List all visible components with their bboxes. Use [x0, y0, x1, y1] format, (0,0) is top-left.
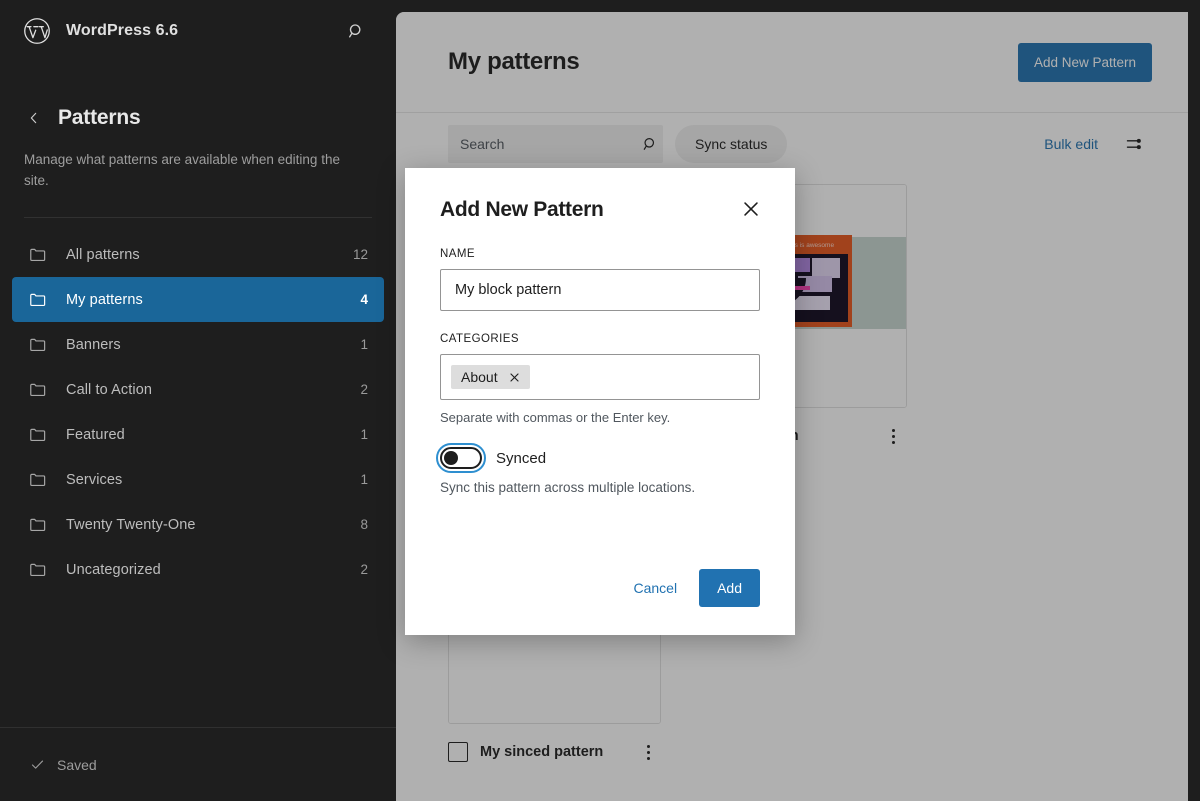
sidebar-header: Patterns Manage what patterns are availa… [0, 62, 396, 219]
categories-field-label: CATEGORIES [440, 333, 520, 345]
sidebar-item-my-patterns[interactable]: My patterns 4 [12, 277, 384, 323]
dialog-actions: Cancel Add [440, 569, 760, 607]
sidebar-item-label: Featured [66, 426, 125, 443]
sidebar-topbar: WordPress 6.6 [0, 0, 396, 62]
category-token-label: About [461, 369, 498, 385]
categories-hint: Separate with commas or the Enter key. [440, 410, 671, 425]
sidebar-item-count: 8 [360, 517, 368, 533]
sidebar-item-count: 1 [360, 472, 368, 488]
name-field-label: NAME [440, 248, 476, 260]
add-new-pattern-dialog: Add New Pattern NAME CATEGORIES About Se… [405, 168, 795, 635]
sidebar-item-label: Services [66, 471, 123, 488]
wordpress-site-editor: WordPress 6.6 Patterns Manage what patte… [0, 0, 1200, 801]
sidebar-item-banners[interactable]: Banners 1 [12, 322, 384, 367]
sidebar-title-row: Patterns [24, 106, 372, 130]
synced-toggle-row: Synced [436, 443, 760, 473]
add-button[interactable]: Add [699, 569, 760, 607]
sidebar-item-label: Twenty Twenty-One [66, 516, 196, 533]
close-icon[interactable] [734, 192, 768, 226]
folder-icon [28, 560, 48, 580]
folder-icon [28, 290, 48, 310]
synced-toggle-label: Synced [496, 449, 547, 467]
sidebar-item-services[interactable]: Services 1 [12, 457, 384, 502]
search-icon[interactable] [340, 15, 372, 47]
sidebar-item-twenty-twenty-one[interactable]: Twenty Twenty-One 8 [12, 502, 384, 547]
folder-icon [28, 380, 48, 400]
sidebar-item-label: My patterns [66, 291, 143, 308]
folder-icon [28, 245, 48, 265]
dialog-title: Add New Pattern [440, 198, 604, 221]
page-title: Patterns [58, 106, 141, 129]
sidebar-item-count: 4 [360, 292, 368, 308]
sidebar-item-count: 12 [352, 247, 368, 263]
sidebar: WordPress 6.6 Patterns Manage what patte… [0, 0, 396, 801]
sidebar-item-label: Uncategorized [66, 561, 161, 578]
sidebar-item-count: 2 [360, 562, 368, 578]
sidebar-item-call-to-action[interactable]: Call to Action 2 [12, 367, 384, 412]
sidebar-item-count: 2 [360, 382, 368, 398]
sidebar-item-label: Banners [66, 336, 121, 353]
toggle-knob [444, 451, 458, 465]
check-icon [30, 757, 45, 772]
sidebar-item-all-patterns[interactable]: All patterns 12 [12, 232, 384, 277]
save-status-label: Saved [57, 756, 97, 773]
sidebar-item-count: 1 [360, 337, 368, 353]
sidebar-item-uncategorized[interactable]: Uncategorized 2 [12, 547, 384, 592]
sidebar-category-list: All patterns 12 My patterns 4 Banners 1 Call t… [0, 218, 396, 592]
category-token[interactable]: About [451, 365, 530, 389]
folder-icon [28, 470, 48, 490]
synced-toggle[interactable] [436, 443, 486, 473]
folder-icon [28, 515, 48, 535]
sidebar-item-featured[interactable]: Featured 1 [12, 412, 384, 457]
sidebar-item-label: Call to Action [66, 381, 153, 398]
categories-token-field[interactable]: About [440, 354, 760, 400]
cancel-button[interactable]: Cancel [621, 569, 689, 607]
folder-icon [28, 425, 48, 445]
dialog-header: Add New Pattern [440, 198, 760, 226]
folder-icon [28, 335, 48, 355]
save-status-bar[interactable]: Saved [0, 727, 396, 801]
sidebar-item-count: 1 [360, 427, 368, 443]
sidebar-item-label: All patterns [66, 246, 140, 263]
pattern-name-input[interactable] [440, 269, 760, 311]
synced-hint: Sync this pattern across multiple locati… [440, 480, 696, 495]
close-icon[interactable] [508, 371, 521, 384]
sidebar-description: Manage what patterns are available when … [24, 152, 340, 188]
wordpress-logo-icon[interactable] [22, 16, 52, 46]
chevron-left-icon[interactable] [24, 106, 44, 130]
app-title: WordPress 6.6 [66, 22, 179, 39]
